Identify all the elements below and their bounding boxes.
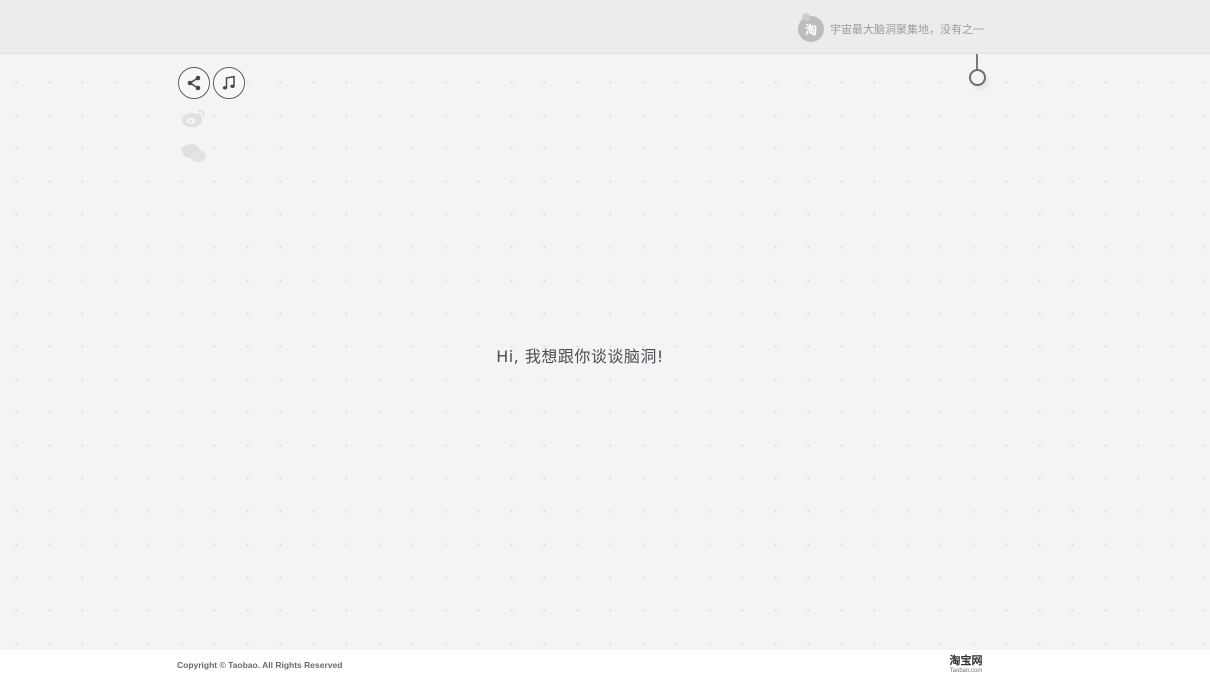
- music-button[interactable]: [213, 67, 245, 99]
- share-icon: [187, 75, 201, 91]
- taobao-footer-logo[interactable]: 淘宝网 Taobao.com: [942, 654, 990, 675]
- pendant-toggle-ring[interactable]: [969, 69, 986, 86]
- wechat-icon[interactable]: [180, 141, 208, 169]
- greeting-text: Hi, 我想跟你谈谈脑洞!: [496, 347, 664, 366]
- copyright-text: Copyright © Taobao. All Rights Reserved: [177, 660, 343, 670]
- footer: Copyright © Taobao. All Rights Reserved …: [0, 650, 1210, 680]
- header-band: 淘 宇宙最大脑洞聚集地，没有之一: [0, 0, 1210, 54]
- taobao-logo-icon: 淘: [798, 16, 824, 42]
- tagline-text: 宇宙最大脑洞聚集地，没有之一: [830, 23, 984, 36]
- logo-glyph: 淘: [804, 22, 817, 37]
- footer-logo-en: Taobao.com: [949, 668, 983, 674]
- music-note-icon: [222, 75, 235, 90]
- brand-tagline: 淘 宇宙最大脑洞聚集地，没有之一: [798, 14, 984, 44]
- weibo-icon[interactable]: [180, 106, 208, 134]
- share-button[interactable]: [178, 67, 210, 99]
- page: 淘 宇宙最大脑洞聚集地，没有之一 Hi, 我想跟你谈谈脑洞! Copyright…: [0, 0, 1210, 680]
- footer-logo-cn: 淘宝网: [949, 654, 983, 667]
